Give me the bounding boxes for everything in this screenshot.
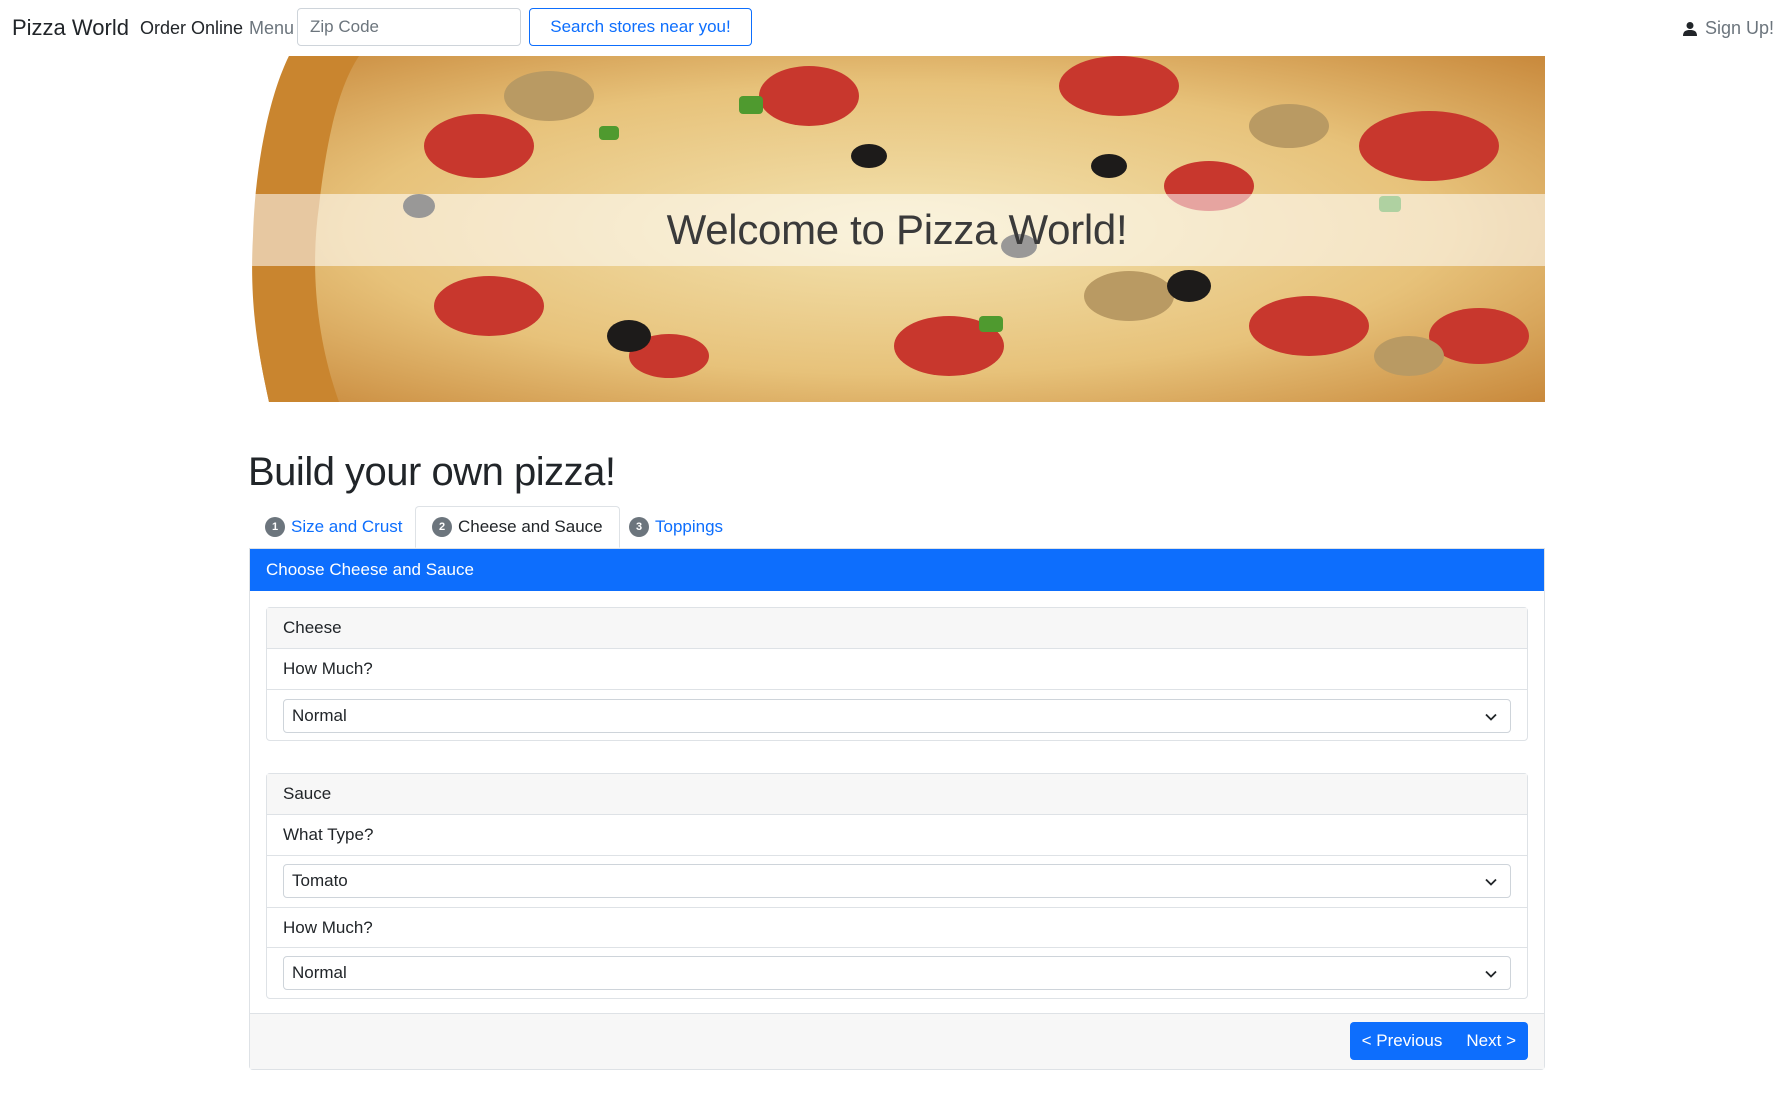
card-header: Choose Cheese and Sauce: [250, 549, 1544, 591]
sauce-type-select[interactable]: Tomato: [283, 864, 1511, 898]
sauce-amount-label: How Much?: [267, 907, 1527, 948]
zip-code-input[interactable]: [297, 8, 521, 46]
tab-label: Toppings: [655, 517, 724, 536]
sauce-group: Sauce What Type? Tomato How Much? Normal: [266, 773, 1528, 999]
tab-number-badge: 1: [265, 517, 285, 537]
hero-banner: Welcome to Pizza World!: [249, 56, 1545, 402]
select-value: Normal: [292, 963, 347, 982]
next-button[interactable]: Next >: [1454, 1022, 1528, 1060]
card-footer: < Previous Next >: [250, 1013, 1544, 1069]
tab-cheese-and-sauce[interactable]: 2 Cheese and Sauce: [415, 506, 620, 548]
wizard-nav-buttons: < Previous Next >: [1349, 1022, 1528, 1060]
top-navbar: Pizza World Order Online Menu Search sto…: [0, 0, 1792, 56]
cheese-amount-label: How Much?: [267, 649, 1527, 690]
select-value: Tomato: [292, 871, 348, 890]
cheese-group: Cheese How Much? Normal: [266, 607, 1528, 741]
sauce-type-label: What Type?: [267, 815, 1527, 856]
signup-link[interactable]: Sign Up!: [1682, 18, 1774, 39]
hero-title-band: Welcome to Pizza World!: [249, 194, 1545, 266]
builder-card: Choose Cheese and Sauce Cheese How Much?…: [249, 548, 1545, 1070]
sauce-group-title: Sauce: [267, 774, 1527, 815]
nav-order-online[interactable]: Order Online: [140, 18, 243, 39]
tab-number-badge: 3: [629, 517, 649, 537]
tab-toppings[interactable]: 3 Toppings: [613, 506, 739, 548]
chevron-down-icon: [1485, 878, 1497, 886]
chevron-down-icon: [1485, 713, 1497, 721]
nav-menu[interactable]: Menu: [249, 18, 294, 39]
chevron-down-icon: [1485, 970, 1497, 978]
tab-label: Cheese and Sauce: [458, 517, 603, 536]
brand-logo[interactable]: Pizza World: [12, 15, 129, 41]
select-value: Normal: [292, 706, 347, 725]
previous-button[interactable]: < Previous: [1349, 1022, 1455, 1060]
sauce-amount-select[interactable]: Normal: [283, 956, 1511, 990]
user-icon: [1682, 21, 1697, 36]
cheese-group-title: Cheese: [267, 608, 1527, 649]
page-title: Build your own pizza!: [248, 450, 616, 494]
tab-number-badge: 2: [432, 517, 452, 537]
cheese-amount-select[interactable]: Normal: [283, 699, 1511, 733]
hero-title: Welcome to Pizza World!: [666, 206, 1128, 253]
search-stores-button[interactable]: Search stores near you!: [529, 8, 752, 46]
builder-tabs: 1 Size and Crust 2 Cheese and Sauce 3 To…: [249, 506, 1545, 548]
signup-label: Sign Up!: [1704, 18, 1774, 38]
tab-label: Size and Crust: [291, 517, 403, 536]
tab-size-and-crust[interactable]: 1 Size and Crust: [249, 506, 419, 548]
